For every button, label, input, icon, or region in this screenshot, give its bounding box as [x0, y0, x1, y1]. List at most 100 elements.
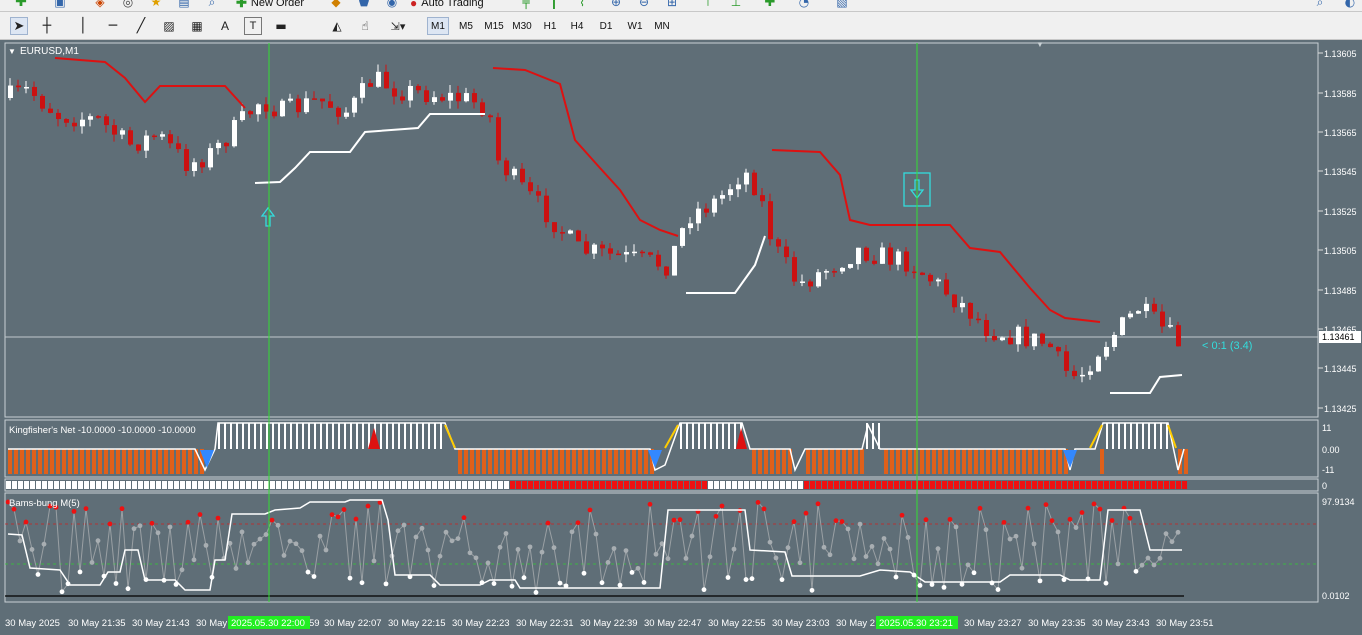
- market-icon[interactable]: ⬟: [354, 0, 374, 10]
- timeframe-w1[interactable]: W1: [624, 17, 646, 35]
- crosshair-icon[interactable]: ┼: [38, 17, 56, 35]
- kingfisher-bar: [518, 449, 522, 474]
- equidistant-channel-icon[interactable]: ▨: [160, 17, 178, 35]
- strategy-tester-icon[interactable]: ⌕: [202, 0, 222, 10]
- trend-strip-cell: [1062, 481, 1067, 489]
- chart-candles-icon[interactable]: ┃: [544, 0, 564, 10]
- trend-strip-cell: [132, 481, 137, 489]
- rectangle-icon[interactable]: ▬: [272, 17, 290, 35]
- bams-dot: [893, 574, 899, 580]
- vertical-line-icon[interactable]: │: [74, 17, 92, 35]
- trend-strip-cell: [1104, 481, 1109, 489]
- chart-symbol-dropdown-icon[interactable]: ▼: [8, 47, 16, 56]
- timeframe-m1[interactable]: M1: [427, 17, 449, 35]
- trend-strip-cell: [510, 481, 515, 489]
- bams-dot: [23, 519, 29, 525]
- chart-shift-icon[interactable]: ⊥: [726, 0, 746, 10]
- tile-windows-icon[interactable]: ⊞: [662, 0, 682, 10]
- bams-dot: [497, 544, 503, 550]
- indicators-icon[interactable]: ✚: [760, 0, 780, 10]
- kingfisher-bar: [458, 449, 462, 474]
- chart-bars-icon[interactable]: ╤: [516, 0, 536, 10]
- chart-window[interactable]: 1.13605 1.13585 1.13565 1.13545 1.13525 …: [0, 40, 1362, 635]
- bams-dot: [1163, 531, 1169, 537]
- trend-strip-cell: [492, 481, 497, 489]
- timeframe-m5[interactable]: M5: [455, 17, 477, 35]
- search-icon[interactable]: ⌕: [1310, 0, 1330, 10]
- kingfisher-bar: [1022, 449, 1026, 474]
- periods-icon[interactable]: ◔: [794, 0, 814, 10]
- bams-dot: [965, 562, 971, 568]
- kingfisher-bar: [590, 449, 594, 474]
- horizontal-line-icon[interactable]: ─: [104, 17, 122, 35]
- auto-trading-button[interactable]: ● Auto Trading: [410, 0, 484, 11]
- trendline-icon[interactable]: ╱: [132, 17, 150, 35]
- navigator-icon[interactable]: ◎: [118, 0, 138, 10]
- kingfisher-bar: [578, 449, 582, 474]
- terminal-icon[interactable]: ▤: [174, 0, 194, 10]
- kingfisher-bar: [236, 423, 238, 449]
- bams-dot: [551, 545, 557, 551]
- trend-strip-cell: [6, 481, 11, 489]
- metaeditor-icon[interactable]: ◆: [326, 0, 346, 10]
- kingfisher-bar: [92, 449, 96, 474]
- profiles-icon[interactable]: ▣: [50, 0, 70, 10]
- trend-strip-cell: [708, 481, 713, 489]
- community-icon[interactable]: ◐: [1340, 0, 1360, 10]
- kingfisher-bar: [470, 449, 474, 474]
- text-icon[interactable]: A: [216, 17, 234, 35]
- zoom-in-icon[interactable]: ⊕: [606, 0, 626, 10]
- bams-dot: [245, 560, 251, 565]
- new-order-button[interactable]: ✚ New Order: [236, 0, 304, 11]
- new-chart-icon[interactable]: ✚: [10, 0, 32, 10]
- bams-dot: [299, 548, 305, 554]
- timeframe-h4[interactable]: H4: [566, 17, 588, 35]
- kingfisher-bar: [140, 449, 144, 474]
- candle: [1096, 355, 1101, 372]
- kingfisher-bar: [782, 449, 786, 474]
- trend-strip-cell: [1152, 481, 1157, 489]
- bams-dot: [731, 546, 737, 552]
- fibonacci-icon[interactable]: ▦: [188, 17, 206, 35]
- kingfisher-bar: [1160, 423, 1162, 449]
- timeframe-h1[interactable]: H1: [539, 17, 561, 35]
- candle: [576, 229, 581, 242]
- market-watch-icon[interactable]: ◈: [90, 0, 110, 10]
- bams-dot: [41, 541, 47, 547]
- chart-line-icon[interactable]: ⌇: [572, 0, 592, 10]
- arrows-dropdown-icon[interactable]: ⇲▾: [384, 17, 412, 35]
- trend-strip-cell: [1044, 481, 1049, 489]
- timeframe-mn[interactable]: MN: [650, 17, 674, 35]
- trend-strip-cell: [300, 481, 305, 489]
- zoom-out-icon[interactable]: ⊖: [634, 0, 654, 10]
- bams-dot: [293, 541, 299, 547]
- bams-dot: [395, 528, 401, 534]
- kingfisher-bar: [398, 423, 400, 449]
- timeframe-d1[interactable]: D1: [595, 17, 617, 35]
- kingfisher-bar: [38, 449, 42, 474]
- thumb-up-icon[interactable]: ☝: [356, 17, 374, 35]
- kingfisher-bar: [896, 449, 900, 474]
- kingfisher-bar: [554, 449, 558, 474]
- trend-strip-cell: [1176, 481, 1181, 489]
- trend-strip-cell: [306, 481, 311, 489]
- chart-shift-marker-icon[interactable]: ▼: [1036, 40, 1044, 49]
- text-label-icon[interactable]: T: [244, 17, 262, 35]
- bams-dot: [581, 570, 587, 576]
- bams-dot: [311, 574, 317, 579]
- triangle-icon[interactable]: ◭: [328, 17, 346, 35]
- cursor-icon[interactable]: ➤: [10, 17, 28, 35]
- timeframe-m30[interactable]: M30: [509, 17, 535, 35]
- bams-dot: [785, 545, 791, 551]
- trend-strip-cell: [474, 481, 479, 489]
- kingfisher-bar: [890, 449, 894, 474]
- trend-strip-cell: [324, 481, 329, 489]
- bams-dot: [1175, 529, 1181, 535]
- timeframe-m15[interactable]: M15: [481, 17, 507, 35]
- scroll-chart-icon[interactable]: ⊤: [698, 0, 718, 10]
- price-tick: 1.13605: [1318, 49, 1357, 59]
- bams-dot: [1151, 562, 1157, 568]
- signals-icon[interactable]: ◉: [382, 0, 402, 10]
- templates-icon[interactable]: ▧: [832, 0, 852, 10]
- favorites-icon[interactable]: ★: [146, 0, 166, 10]
